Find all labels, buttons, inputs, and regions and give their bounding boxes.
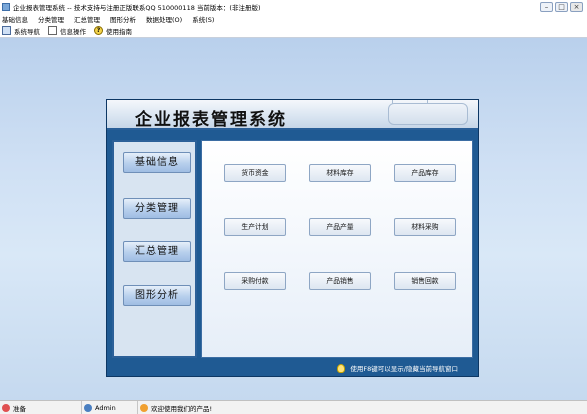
menu-chart-analysis[interactable]: 图形分析 [110, 14, 136, 24]
status-ready-text: 准备 [13, 404, 26, 413]
panel-footer: 使用F8键可以显示/隐藏当前导航窗口 [107, 360, 478, 376]
function-grid: 货币资金 材料库存 产品库存 生产计划 产品产量 材料采购 采购付款 产品销售 … [201, 140, 473, 358]
system-nav-button[interactable]: 系统导航 [2, 26, 40, 36]
help-icon: ? [94, 26, 103, 35]
purchase-payment-button[interactable]: 采购付款 [224, 272, 286, 290]
material-inventory-button[interactable]: 材料库存 [309, 164, 371, 182]
main-panel: 企业报表管理系统 基础信息 分类管理 汇总管理 图形分析 货币资金 材料库存 产… [106, 99, 479, 377]
product-inventory-button[interactable]: 产品库存 [394, 164, 456, 182]
document-icon [48, 26, 57, 35]
production-plan-button[interactable]: 生产计划 [224, 218, 286, 236]
nav-chart-analysis-button[interactable]: 图形分析 [123, 285, 191, 306]
status-welcome-text: 欢迎使用我们的产品! [151, 404, 213, 413]
window-icon [2, 26, 11, 35]
panel-title: 企业报表管理系统 [135, 110, 287, 130]
status-user-text: Admin [95, 403, 116, 412]
panel-header: 企业报表管理系统 [107, 100, 478, 130]
title-bar: 企业报表管理系统 -- 技术支持与注册正版联系QQ 510000118 当前版本… [0, 0, 587, 14]
info-operation-label: 信息操作 [60, 27, 86, 36]
help-guide-button[interactable]: ? 使用指南 [94, 26, 132, 36]
status-user: Admin [82, 401, 138, 414]
footer-tip: 使用F8键可以显示/隐藏当前导航窗口 [350, 365, 458, 373]
minimize-button[interactable]: – [540, 2, 553, 12]
menu-category[interactable]: 分类管理 [38, 14, 64, 24]
nav-basic-info-button[interactable]: 基础信息 [123, 152, 191, 173]
help-guide-label: 使用指南 [106, 27, 132, 36]
status-ready: 准备 [0, 401, 82, 414]
info-operation-button[interactable]: 信息操作 [48, 26, 86, 36]
window-controls: – □ × [540, 2, 583, 12]
nav-category-button[interactable]: 分类管理 [123, 198, 191, 219]
smile-icon [140, 403, 148, 412]
toolbar: 系统导航 信息操作 ? 使用指南 [0, 24, 587, 38]
lightbulb-icon [337, 363, 346, 373]
menu-basic-info[interactable]: 基础信息 [2, 14, 28, 24]
cash-funds-button[interactable]: 货币资金 [224, 164, 286, 182]
sales-collection-button[interactable]: 销售回款 [394, 272, 456, 290]
window-title: 企业报表管理系统 -- 技术支持与注册正版联系QQ 510000118 当前版本… [13, 4, 261, 12]
close-button[interactable]: × [570, 2, 583, 12]
user-icon [84, 403, 92, 412]
menu-system[interactable]: 系统(S) [192, 14, 214, 24]
product-sales-button[interactable]: 产品销售 [309, 272, 371, 290]
system-nav-label: 系统导航 [14, 27, 40, 36]
status-icon [2, 403, 10, 412]
status-bar: 准备 Admin 欢迎使用我们的产品! [0, 400, 587, 414]
header-decoration-box [388, 103, 468, 125]
menu-bar: 基础信息 分类管理 汇总管理 图形分析 数据处理(O) 系统(S) [0, 14, 587, 24]
menu-data-processing[interactable]: 数据处理(O) [146, 14, 182, 24]
menu-summary[interactable]: 汇总管理 [74, 14, 100, 24]
maximize-button[interactable]: □ [555, 2, 568, 12]
side-nav: 基础信息 分类管理 汇总管理 图形分析 [112, 140, 197, 358]
material-purchase-button[interactable]: 材料采购 [394, 218, 456, 236]
product-output-button[interactable]: 产品产量 [309, 218, 371, 236]
app-icon [2, 3, 10, 11]
workspace: 企业报表管理系统 基础信息 分类管理 汇总管理 图形分析 货币资金 材料库存 产… [0, 38, 587, 400]
status-welcome: 欢迎使用我们的产品! [138, 401, 212, 414]
nav-summary-button[interactable]: 汇总管理 [123, 241, 191, 262]
